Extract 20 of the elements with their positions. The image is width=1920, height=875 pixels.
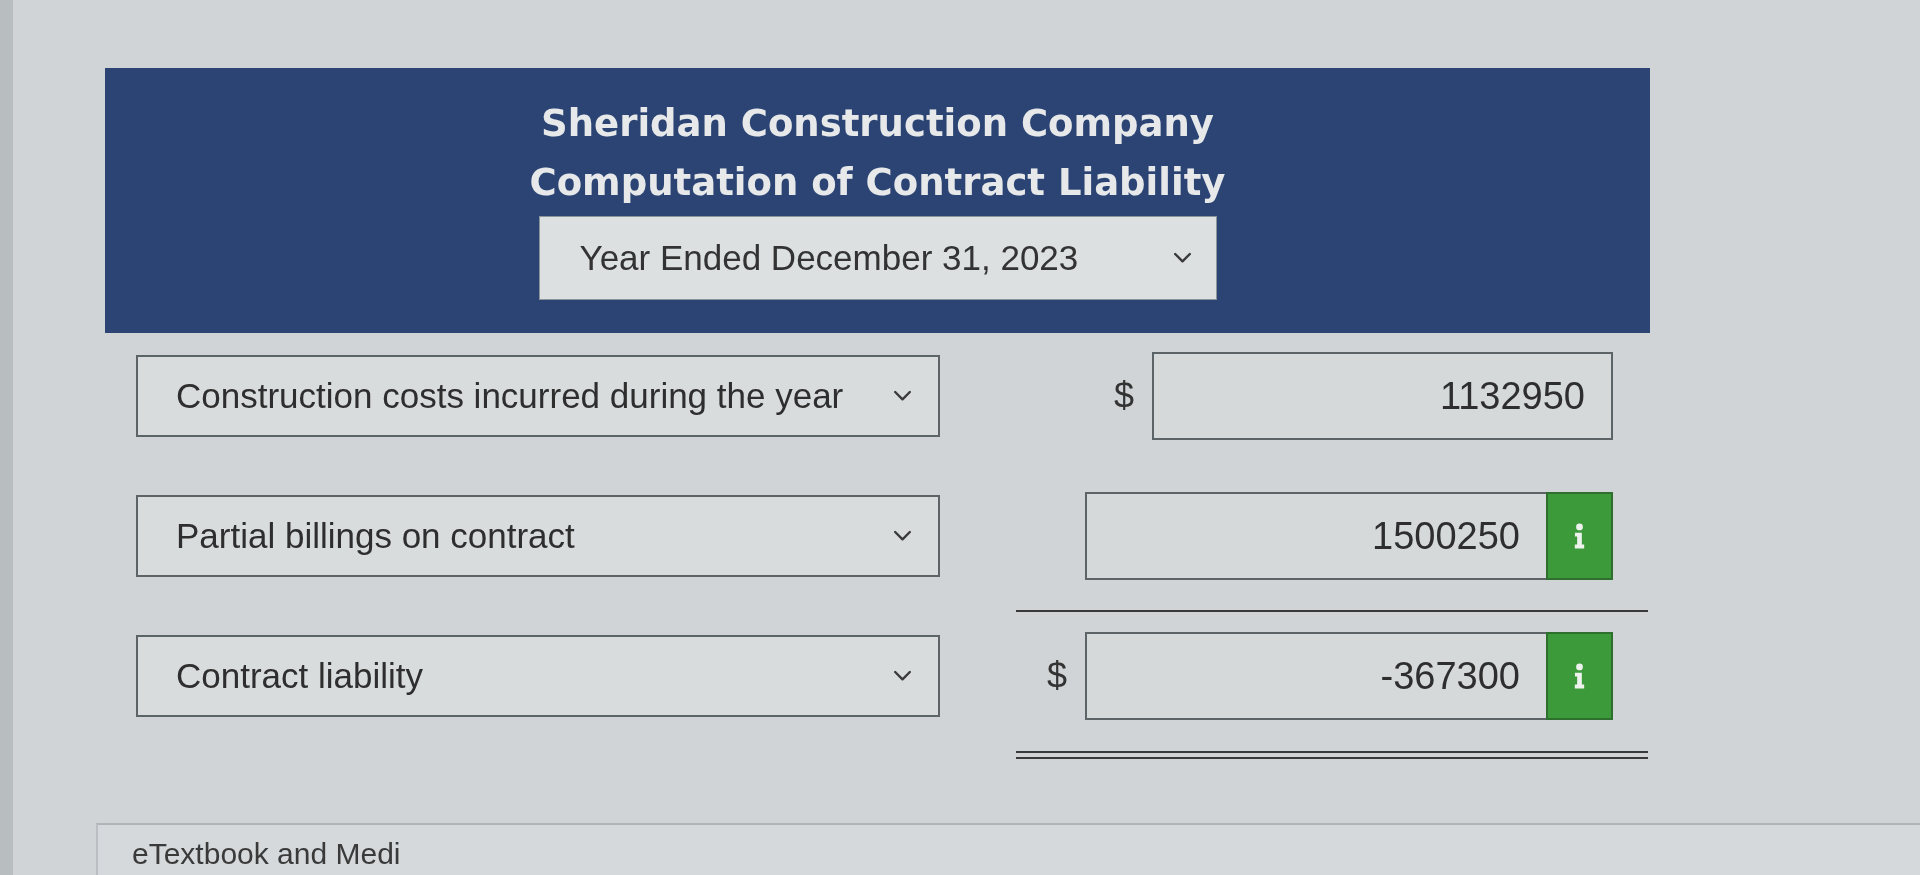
- currency-sign: $: [1046, 655, 1067, 697]
- amount-input[interactable]: 1132950: [1152, 352, 1613, 440]
- line-item-dropdown[interactable]: Construction costs incurred during the year: [136, 355, 940, 437]
- info-icon: [1573, 663, 1586, 689]
- section-heading: eTextbook and Medi: [132, 837, 402, 871]
- report-subtitle: Computation of Contract Liability: [529, 160, 1226, 206]
- info-icon: [1573, 523, 1586, 549]
- info-button[interactable]: [1546, 632, 1613, 720]
- currency-sign: $: [1113, 375, 1134, 417]
- chevron-down-icon: [1172, 252, 1192, 264]
- period-dropdown[interactable]: Year Ended December 31, 2023: [538, 216, 1217, 300]
- chevron-down-icon: [893, 530, 912, 542]
- line-item-dropdown[interactable]: Contract liability: [136, 635, 940, 717]
- chevron-down-icon: [893, 390, 912, 402]
- info-button[interactable]: [1546, 492, 1613, 580]
- amount-input[interactable]: 1500250: [1085, 492, 1546, 580]
- line-item-dropdown[interactable]: Partial billings on contract: [136, 495, 940, 577]
- report-title: Sheridan Construction Company: [541, 101, 1214, 147]
- amount-input[interactable]: -367300: [1085, 632, 1546, 720]
- chevron-down-icon: [893, 670, 912, 682]
